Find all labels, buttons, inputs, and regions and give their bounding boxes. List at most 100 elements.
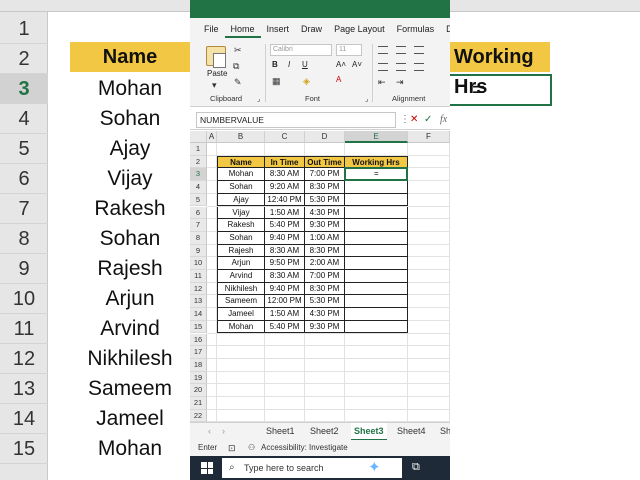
font-size-box[interactable]: 11: [336, 44, 362, 56]
table-cell[interactable]: 4:30 PM: [305, 308, 345, 321]
sheet-tab-sheet4[interactable]: Sheet4: [397, 423, 426, 441]
table-cell[interactable]: Sohan: [217, 181, 265, 194]
italic-icon[interactable]: I: [288, 60, 290, 69]
row-header[interactable]: 1: [190, 143, 207, 156]
column-header[interactable]: D: [305, 131, 345, 143]
row-header[interactable]: 21: [190, 397, 207, 410]
tab-draw[interactable]: Draw: [295, 24, 328, 38]
format-painter-icon[interactable]: ✎: [234, 76, 242, 88]
increase-indent-icon[interactable]: ⇥: [396, 76, 404, 88]
table-cell[interactable]: 8:30 PM: [305, 244, 345, 258]
row-header[interactable]: 3: [190, 168, 207, 182]
table-cell[interactable]: [345, 320, 408, 334]
table-cell[interactable]: [345, 282, 408, 296]
active-cell-e3[interactable]: =: [344, 167, 408, 182]
table-cell[interactable]: Vijay: [217, 206, 265, 220]
decrease-indent-icon[interactable]: ⇤: [378, 76, 386, 88]
table-cell[interactable]: Mohan: [217, 168, 265, 182]
tab-formulas[interactable]: Formulas: [391, 24, 441, 38]
table-cell[interactable]: [345, 181, 408, 194]
table-cell[interactable]: Jameel: [217, 308, 265, 321]
tab-home[interactable]: Home: [224, 24, 261, 38]
column-header[interactable]: A: [207, 131, 217, 143]
align-left-icon[interactable]: [378, 63, 388, 71]
table-cell[interactable]: Mohan: [217, 320, 265, 334]
table-cell[interactable]: Arvind: [217, 270, 265, 283]
row-header[interactable]: 11: [190, 270, 207, 283]
table-cell[interactable]: Nikhilesh: [217, 282, 265, 296]
table-cell[interactable]: [345, 257, 408, 270]
sheet-tab-sheet1[interactable]: Sheet1: [266, 423, 295, 441]
cut-icon[interactable]: ✂: [234, 44, 242, 56]
table-cell[interactable]: 5:30 PM: [305, 193, 345, 207]
align-bottom-icon[interactable]: [414, 46, 424, 54]
align-center-icon[interactable]: [396, 63, 406, 71]
row-header[interactable]: 16: [190, 333, 207, 347]
font-name-box[interactable]: Calibri: [270, 44, 332, 56]
table-cell[interactable]: 1:00 AM: [305, 231, 345, 245]
dialog-launcher-icon[interactable]: ⌟: [365, 94, 368, 106]
copy-icon[interactable]: ⧉: [233, 60, 239, 72]
table-cell[interactable]: 12:40 PM: [265, 193, 305, 207]
name-box[interactable]: NUMBERVALUE: [196, 112, 396, 128]
table-cell[interactable]: Arjun: [217, 257, 265, 270]
paste-icon[interactable]: [206, 46, 226, 68]
increase-font-icon[interactable]: A˄: [336, 60, 346, 69]
bold-icon[interactable]: B: [272, 60, 278, 69]
sheet-tab-sheet3[interactable]: Sheet3: [351, 423, 387, 441]
table-cell[interactable]: 1:50 AM: [265, 308, 305, 321]
row-header[interactable]: 22: [190, 409, 207, 423]
table-cell[interactable]: 8:30 AM: [265, 168, 305, 182]
scroll-right-icon[interactable]: ›: [222, 423, 225, 441]
align-middle-icon[interactable]: [396, 46, 406, 54]
row-header[interactable]: 20: [190, 384, 207, 397]
table-header-cell[interactable]: Name: [217, 155, 265, 169]
table-cell[interactable]: 12:00 PM: [265, 295, 305, 309]
row-header[interactable]: 4: [190, 181, 207, 194]
column-header[interactable]: E: [345, 131, 408, 143]
row-header[interactable]: 6: [190, 206, 207, 220]
cancel-icon[interactable]: ✕: [410, 113, 418, 127]
table-cell[interactable]: [345, 308, 408, 321]
row-header[interactable]: 9: [190, 244, 207, 258]
select-all-corner[interactable]: [190, 131, 207, 143]
table-cell[interactable]: 8:30 PM: [305, 181, 345, 194]
row-header[interactable]: 15: [190, 320, 207, 334]
table-cell[interactable]: Ajay: [217, 193, 265, 207]
column-header[interactable]: F: [408, 131, 450, 143]
table-cell[interactable]: [345, 244, 408, 258]
table-cell[interactable]: [345, 231, 408, 245]
copilot-sparkle-icon[interactable]: ✦: [368, 458, 381, 476]
row-header[interactable]: 8: [190, 231, 207, 245]
table-cell[interactable]: [345, 219, 408, 232]
row-header[interactable]: 13: [190, 295, 207, 309]
chevron-down-icon[interactable]: ▾: [212, 79, 217, 91]
table-cell[interactable]: Rakesh: [217, 219, 265, 232]
table-header-cell[interactable]: Out Time: [305, 155, 345, 169]
table-cell[interactable]: 5:40 PM: [265, 219, 305, 232]
column-header[interactable]: B: [217, 131, 265, 143]
table-cell[interactable]: 2:00 AM: [305, 257, 345, 270]
table-cell[interactable]: 5:40 PM: [265, 320, 305, 334]
table-cell[interactable]: [345, 270, 408, 283]
table-cell[interactable]: 9:40 PM: [265, 231, 305, 245]
decrease-font-icon[interactable]: A˅: [352, 60, 362, 69]
row-header[interactable]: 2: [190, 155, 207, 169]
align-top-icon[interactable]: [378, 46, 388, 54]
insert-function-icon[interactable]: fx: [440, 113, 447, 127]
sheet-tab-more[interactable]: Sh: [440, 423, 450, 441]
task-view-icon[interactable]: ⧉: [412, 461, 420, 474]
row-header[interactable]: 12: [190, 282, 207, 296]
table-cell[interactable]: 1:50 AM: [265, 206, 305, 220]
align-right-icon[interactable]: [414, 63, 424, 71]
table-cell[interactable]: 9:50 PM: [265, 257, 305, 270]
scroll-left-icon[interactable]: ‹: [208, 423, 211, 441]
table-cell[interactable]: 9:30 PM: [305, 320, 345, 334]
dialog-launcher-icon[interactable]: ⌟: [257, 94, 260, 106]
font-color-icon[interactable]: A: [336, 75, 341, 84]
table-cell[interactable]: 8:30 PM: [305, 282, 345, 296]
table-cell[interactable]: 7:00 PM: [305, 168, 345, 182]
table-cell[interactable]: 8:30 AM: [265, 244, 305, 258]
row-header[interactable]: 17: [190, 346, 207, 359]
table-cell[interactable]: 8:30 AM: [265, 270, 305, 283]
